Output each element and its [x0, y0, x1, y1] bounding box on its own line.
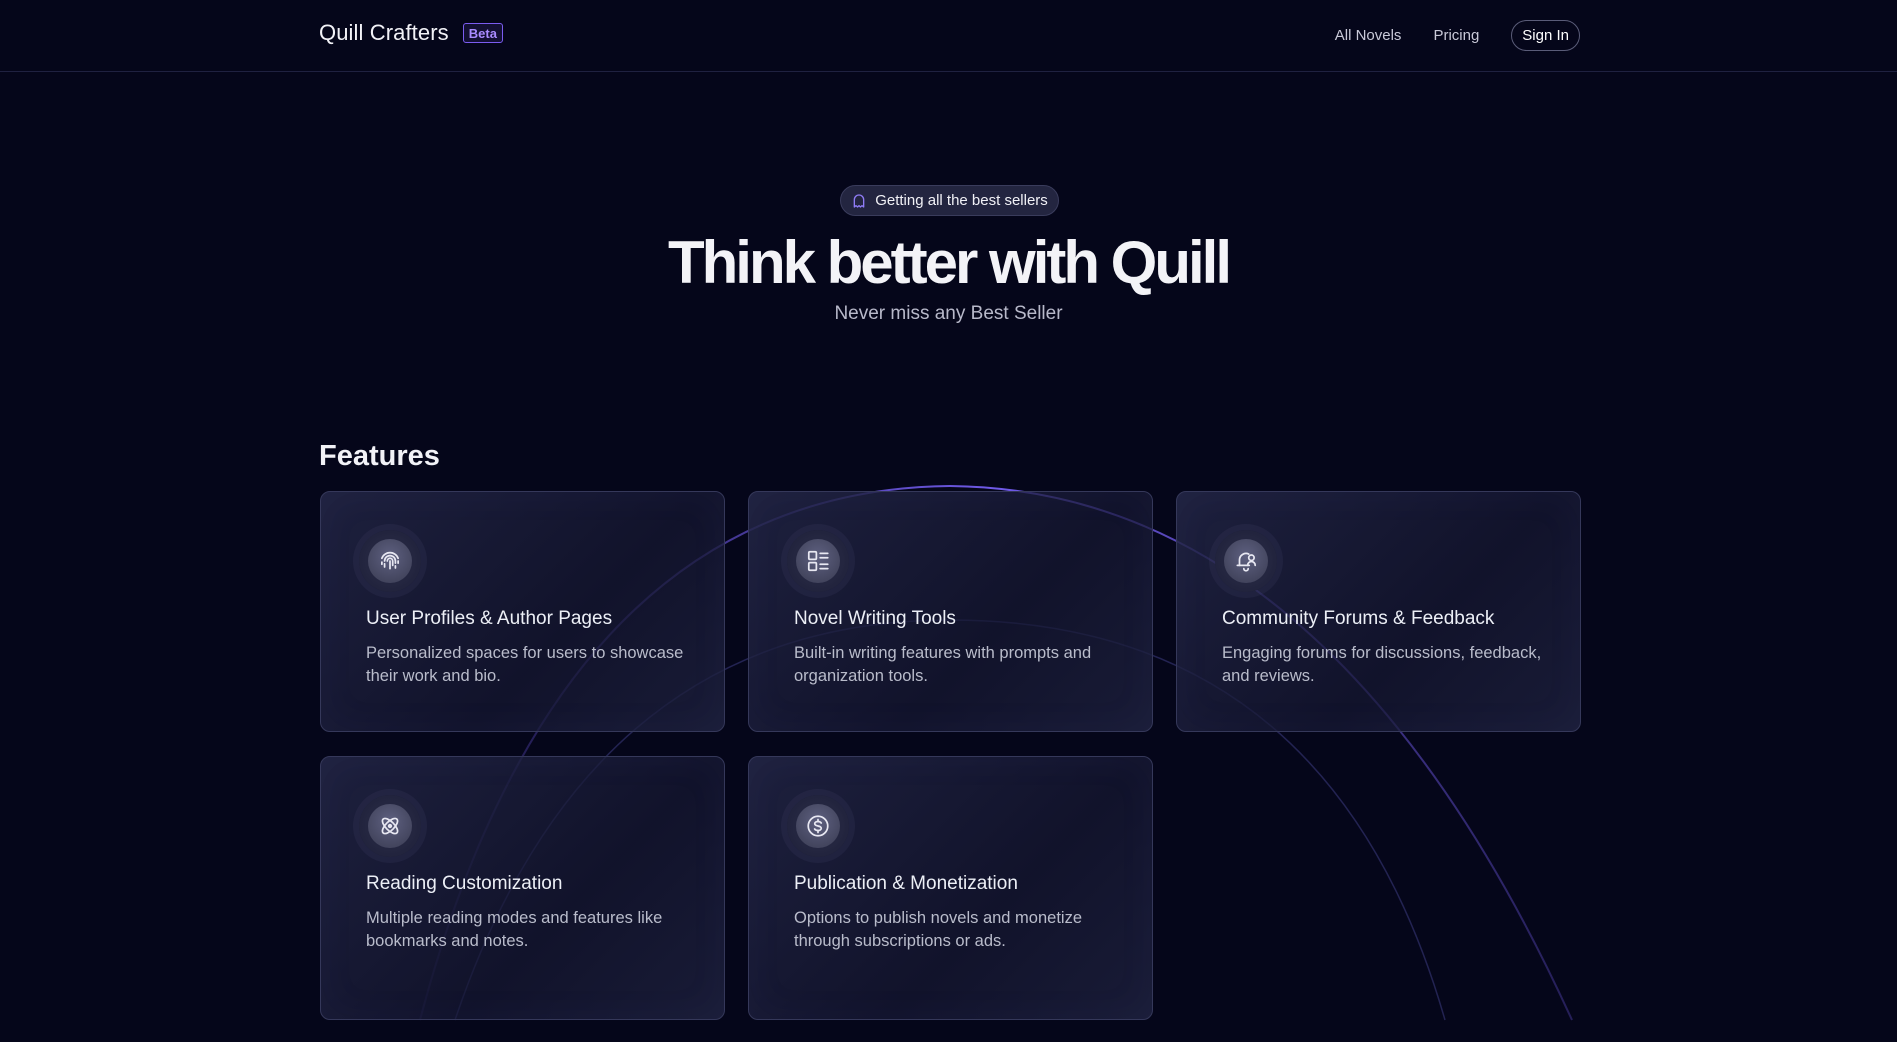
- hero-title: Think better with Quill: [668, 229, 1232, 296]
- dollar-circle-icon: [807, 815, 829, 837]
- feature-card-publication-monetization[interactable]: Publication & Monetization Options to pu…: [748, 756, 1153, 1020]
- card-title: Novel Writing Tools: [794, 608, 956, 629]
- card-title: User Profiles & Author Pages: [366, 608, 613, 629]
- brand[interactable]: Quill Crafters Beta: [319, 20, 503, 46]
- top-navbar: Quill Crafters Beta All Novels Pricing S…: [0, 0, 1897, 72]
- card-title: Community Forums & Feedback: [1222, 608, 1495, 629]
- dashboard-icon: [807, 550, 829, 572]
- fingerprint-icon: [381, 551, 399, 570]
- card-description: Multiple reading modes and features like…: [366, 909, 663, 950]
- feature-card-reading-customization[interactable]: Reading Customization Multiple reading m…: [320, 756, 725, 1020]
- card-description: Engaging forums for discussions, feedbac…: [1222, 644, 1542, 685]
- hero-pill-text: Getting all the best sellers: [875, 192, 1048, 209]
- hero-subtitle: Never miss any Best Seller: [834, 303, 1063, 324]
- card-title: Publication & Monetization: [794, 873, 1018, 894]
- page: Quill Crafters Beta All Novels Pricing S…: [0, 0, 1897, 1042]
- atom-icon: [381, 817, 399, 835]
- ghost-icon: [853, 193, 865, 208]
- feature-card-novel-writing-tools[interactable]: Novel Writing Tools Built-in writing fea…: [748, 491, 1153, 732]
- beta-badge: Beta: [462, 23, 503, 43]
- feature-card-community-forums[interactable]: Community Forums & Feedback Engaging for…: [1176, 491, 1581, 732]
- nav-link-pricing[interactable]: Pricing: [1433, 27, 1479, 44]
- card-icon-badge: [787, 530, 849, 592]
- card-icon-badge: [359, 795, 421, 857]
- feature-card-user-profiles[interactable]: User Profiles & Author Pages Personalize…: [320, 491, 725, 732]
- card-icon-badge: [787, 795, 849, 857]
- nav-link-all-novels[interactable]: All Novels: [1335, 27, 1402, 44]
- bell-user-icon: [1236, 552, 1257, 572]
- sign-in-button[interactable]: Sign In: [1511, 20, 1580, 51]
- brand-name[interactable]: Quill Crafters: [319, 20, 449, 46]
- hero-announcement-pill[interactable]: Getting all the best sellers: [840, 185, 1059, 216]
- features-heading: Features: [319, 440, 440, 472]
- card-icon-badge: [1215, 530, 1277, 592]
- card-icon-badge: [359, 530, 421, 592]
- card-description: Options to publish novels and monetize t…: [794, 909, 1083, 950]
- card-description: Built-in writing features with prompts a…: [794, 644, 1092, 685]
- nav-links: All Novels Pricing Sign In: [1335, 20, 1580, 51]
- card-title: Reading Customization: [366, 873, 563, 894]
- card-description: Personalized spaces for users to showcas…: [366, 644, 684, 685]
